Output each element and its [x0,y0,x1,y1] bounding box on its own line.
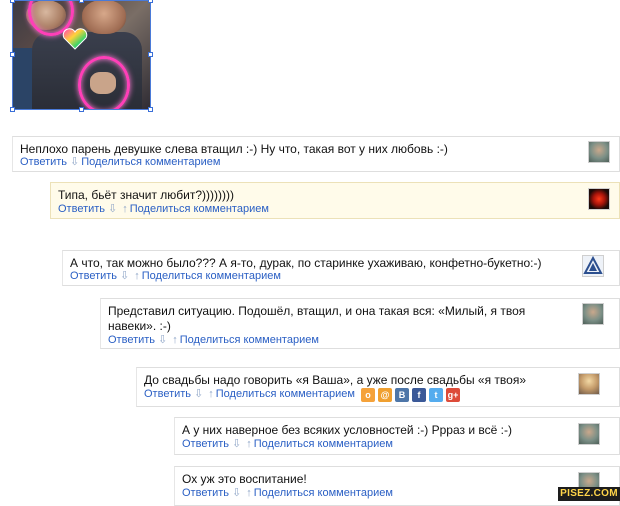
share-comment-link[interactable]: Поделиться комментарием [254,487,393,500]
comment-actions: Ответить ⇩ ↑ Поделиться комментарием [108,334,319,347]
triangle-logo-icon [583,255,603,274]
resize-handle[interactable] [10,0,15,3]
comment-actions: Ответить ⇩ ↑ Поделиться комментарием [58,203,269,216]
googleplus-icon[interactable]: g+ [446,388,460,402]
share-comment-link[interactable]: Поделиться комментарием [130,203,269,216]
comment: Типа, бьёт значит любит?)))))))) Ответит… [50,182,620,219]
comment-text: Типа, бьёт значит любит?)))))))) [58,188,235,202]
twitter-icon[interactable]: t [429,388,443,402]
user-avatar[interactable] [578,373,600,395]
comment-text: До свадьбы надо говорить «я Ваша», а уже… [144,373,527,387]
reply-link[interactable]: Ответить [182,487,229,500]
site-watermark: PISEZ.COM [558,487,620,501]
arrow-up-icon[interactable]: ↑ [246,438,252,451]
comment-text: Неплохо парень девушке слева втащил :-) … [20,142,448,156]
resize-handle[interactable] [148,0,153,3]
reply-link[interactable]: Ответить [58,203,105,216]
arrow-down-icon[interactable]: ⇩ [194,388,203,401]
resize-handle[interactable] [148,107,153,112]
user-avatar[interactable] [588,188,610,210]
comment: А у них наверное без всяких условностей … [174,417,620,455]
comment: Представил ситуацию. Подошёл, втащил, и … [100,298,620,349]
arrow-up-icon[interactable]: ↑ [122,203,128,216]
post-photo[interactable] [10,0,153,112]
reply-link[interactable]: Ответить [20,156,67,169]
reply-link[interactable]: Ответить [144,388,191,401]
arrow-down-icon[interactable]: ⇩ [70,156,79,169]
resize-handle[interactable] [79,107,84,112]
comment-actions: Ответить ⇩ Поделиться комментарием [20,156,220,169]
comment-text-line: навеки». :-) [108,319,171,333]
arrow-down-icon[interactable]: ⇩ [232,438,241,451]
user-avatar[interactable] [582,255,604,277]
comment-text-line: Представил ситуацию. Подошёл, втащил, и … [108,304,526,318]
comment-actions: Ответить ⇩ ↑ Поделиться комментарием [182,487,393,500]
resize-handle[interactable] [10,52,15,57]
arrow-down-icon[interactable]: ⇩ [108,203,117,216]
user-avatar[interactable] [578,423,600,445]
share-comment-link[interactable]: Поделиться комментарием [81,156,220,169]
arrow-down-icon[interactable]: ⇩ [158,334,167,347]
arrow-up-icon[interactable]: ↑ [208,388,214,401]
resize-handle[interactable] [148,52,153,57]
comment-text: А у них наверное без всяких условностей … [182,423,512,437]
selection-frame [12,0,151,110]
comment-text: Представил ситуацию. Подошёл, втащил, и … [108,304,525,334]
reply-link[interactable]: Ответить [108,334,155,347]
share-comment-link[interactable]: Поделиться комментарием [180,334,319,347]
arrow-up-icon[interactable]: ↑ [172,334,178,347]
comment: Неплохо парень девушке слева втащил :-) … [12,136,620,172]
comment: А что, так можно было??? А я-то, дурак, … [62,250,620,286]
share-comment-link[interactable]: Поделиться комментарием [254,438,393,451]
share-buttons: о @ Вf t g+ [361,388,460,402]
resize-handle[interactable] [79,0,84,3]
mailru-icon[interactable]: @ [378,388,392,402]
share-comment-link[interactable]: Поделиться комментарием [142,270,281,283]
comment-actions: Ответить ⇩ ↑ Поделиться комментарием [182,438,393,451]
share-comment-link[interactable]: Поделиться комментарием [216,388,355,401]
user-avatar[interactable] [588,141,610,163]
comment: Ох уж это воспитание! Ответить ⇩ ↑ Поделить… [174,466,620,506]
arrow-up-icon[interactable]: ↑ [246,487,252,500]
comment-actions: Ответить ⇩ ↑ Поделиться комментарием [144,388,355,401]
comment-text: Ох уж это воспитание! [182,472,307,486]
user-avatar[interactable] [582,303,604,325]
arrow-down-icon[interactable]: ⇩ [120,270,129,283]
comment-actions: Ответить ⇩ ↑ Поделиться комментарием [70,270,281,283]
arrow-down-icon[interactable]: ⇩ [232,487,241,500]
comment: До свадьбы надо говорить «я Ваша», а уже… [136,367,620,407]
facebook-icon[interactable]: f [412,388,426,402]
comment-text: А что, так можно было??? А я-то, дурак, … [70,256,542,270]
reply-link[interactable]: Ответить [70,270,117,283]
odnoklassniki-icon[interactable]: о [361,388,375,402]
reply-link[interactable]: Ответить [182,438,229,451]
arrow-up-icon[interactable]: ↑ [134,270,140,283]
resize-handle[interactable] [10,107,15,112]
vkontakte-icon[interactable]: В [395,388,409,402]
